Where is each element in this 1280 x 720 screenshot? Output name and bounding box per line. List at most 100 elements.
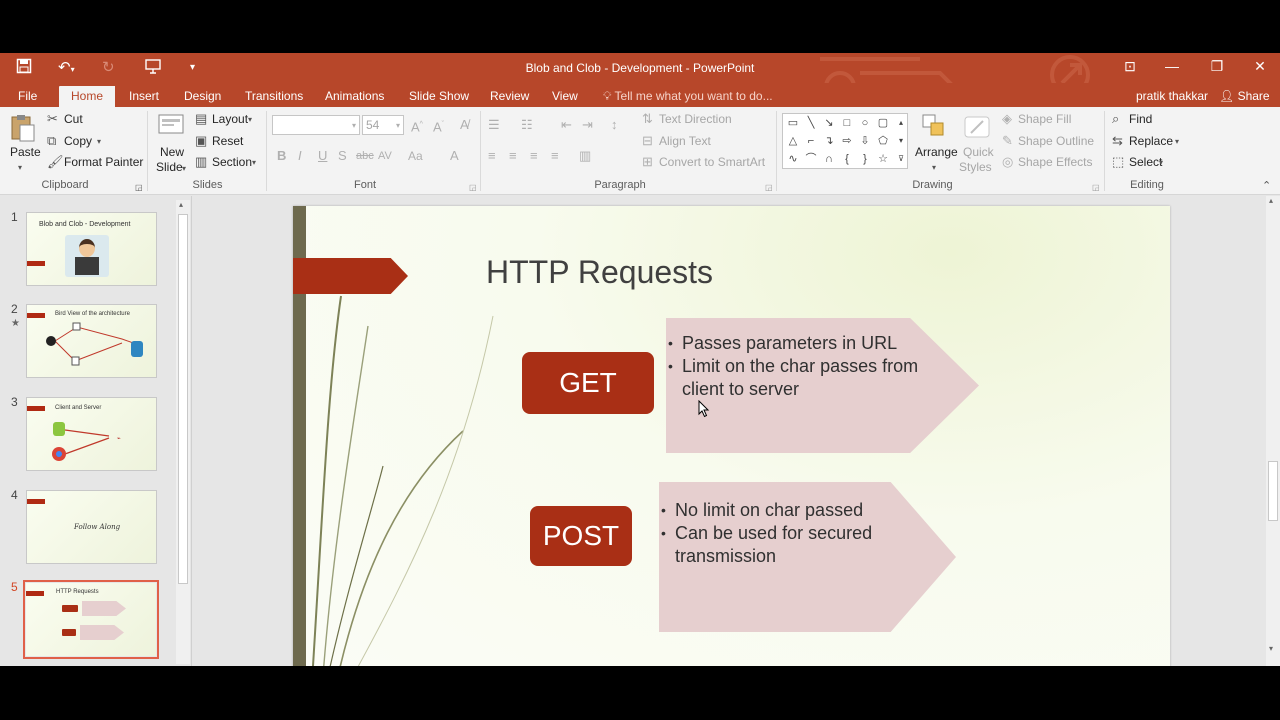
- oval-shape-icon[interactable]: ○: [857, 116, 873, 130]
- get-label-box[interactable]: GET: [522, 352, 654, 414]
- columns-icon[interactable]: ▥: [579, 149, 591, 163]
- textbox-shape-icon[interactable]: ▭: [785, 116, 801, 130]
- copy-dropdown-icon[interactable]: ▾: [97, 135, 101, 149]
- share-button[interactable]: 👤︎ Share: [1219, 86, 1270, 107]
- get-bullet-list[interactable]: Passes parameters in URL Limit on the ch…: [666, 332, 936, 401]
- rounded-rect-shape-icon[interactable]: ▢: [875, 116, 891, 130]
- current-slide[interactable]: HTTP Requests Passes parameters in URL L…: [293, 206, 1170, 666]
- tab-file[interactable]: File: [18, 86, 37, 107]
- shape-fill-button[interactable]: Shape Fill: [1018, 112, 1071, 126]
- thumbnail-scroll-thumb[interactable]: [178, 214, 188, 584]
- slide-thumbnail-3[interactable]: Client and Server ⌁: [26, 397, 157, 471]
- tell-me-box[interactable]: 💡︎ Tell me what you want to do...: [603, 86, 773, 107]
- strikethrough-icon[interactable]: abc: [356, 149, 374, 163]
- arc-shape-icon[interactable]: ⌒: [803, 152, 819, 166]
- slide-thumbnail-4[interactable]: Follow Along: [26, 490, 157, 564]
- slide-title[interactable]: HTTP Requests: [486, 254, 713, 291]
- layout-button[interactable]: Layout: [212, 112, 248, 126]
- align-right-icon[interactable]: ≡: [530, 149, 538, 163]
- user-name[interactable]: pratik thakkar: [1136, 86, 1208, 107]
- section-button[interactable]: Section: [212, 155, 252, 169]
- scribble-shape-icon[interactable]: ∿: [785, 152, 801, 166]
- increase-indent-icon[interactable]: ⇥: [582, 118, 593, 132]
- slide-thumbnail-1[interactable]: Blob and Clob - Development: [26, 212, 157, 286]
- new-slide-dropdown-icon[interactable]: ▾: [182, 162, 186, 176]
- right-arrow-shape-icon[interactable]: ⇨: [839, 134, 855, 148]
- font-color-icon[interactable]: A: [450, 149, 459, 163]
- rectangle-shape-icon[interactable]: □: [839, 116, 855, 130]
- minimize-icon[interactable]: —: [1157, 58, 1187, 74]
- thumbnail-scrollbar[interactable]: ▴: [176, 200, 190, 664]
- select-dropdown-icon[interactable]: ▾: [1159, 156, 1163, 170]
- restore-icon[interactable]: ❐: [1202, 58, 1232, 75]
- tab-transitions[interactable]: Transitions: [245, 86, 303, 107]
- slide-scroll-thumb[interactable]: [1268, 461, 1278, 521]
- close-icon[interactable]: ✕: [1245, 58, 1275, 75]
- line-spacing-icon[interactable]: ↕: [611, 118, 618, 132]
- new-slide-label-2[interactable]: Slide: [156, 160, 183, 174]
- shapes-gallery[interactable]: ▭ ╲ ↘ □ ○ ▢ △ ⌐ ↴ ⇨ ⇩ ⬠ ∿ ⌒ ∩ { } ☆ ▴ ▾ …: [782, 113, 908, 169]
- tab-view[interactable]: View: [552, 86, 578, 107]
- reset-button[interactable]: Reset: [212, 134, 243, 148]
- format-painter-button[interactable]: Format Painter: [64, 155, 143, 169]
- star-shape-icon[interactable]: ☆: [875, 152, 891, 166]
- brace-right-shape-icon[interactable]: }: [857, 152, 873, 166]
- scroll-up-icon[interactable]: ▴: [179, 200, 183, 209]
- scroll-down-icon[interactable]: ▾: [1269, 644, 1273, 653]
- bullets-icon[interactable]: ☰: [488, 118, 500, 132]
- ribbon-display-icon[interactable]: ⊡: [1115, 58, 1145, 75]
- decrease-indent-icon[interactable]: ⇤: [561, 118, 572, 132]
- font-launcher-icon[interactable]: ◲: [469, 181, 477, 195]
- slide-thumbnail-2[interactable]: Bird View of the architecture: [26, 304, 157, 378]
- gallery-down-icon[interactable]: ▾: [893, 134, 909, 148]
- down-arrow-shape-icon[interactable]: ⇩: [857, 134, 873, 148]
- arrange-icon[interactable]: [921, 113, 947, 142]
- font-name-input[interactable]: [272, 115, 360, 135]
- paragraph-launcher-icon[interactable]: ◲: [765, 181, 773, 195]
- connector-shape-icon[interactable]: ↴: [821, 134, 837, 148]
- cut-button[interactable]: Cut: [64, 112, 83, 126]
- arrange-dropdown-icon[interactable]: ▾: [932, 161, 936, 175]
- grow-font-icon[interactable]: A^: [411, 118, 423, 134]
- tab-animations[interactable]: Animations: [325, 86, 384, 107]
- text-direction-button[interactable]: Text Direction: [659, 112, 732, 126]
- numbering-icon[interactable]: ☷: [521, 118, 533, 132]
- quick-styles-label-2[interactable]: Styles: [959, 160, 992, 174]
- shadow-icon[interactable]: S: [338, 149, 347, 163]
- select-button[interactable]: Select: [1129, 155, 1162, 169]
- curve-shape-icon[interactable]: ∩: [821, 152, 837, 166]
- shape-effects-button[interactable]: Shape Effects: [1018, 155, 1093, 169]
- collapse-ribbon-icon[interactable]: ⌃: [1262, 179, 1271, 193]
- triangle-shape-icon[interactable]: △: [785, 134, 801, 148]
- post-bullet-list[interactable]: No limit on char passed Can be used for …: [659, 499, 889, 568]
- shrink-font-icon[interactable]: Aˇ: [433, 118, 444, 134]
- align-text-button[interactable]: Align Text: [659, 134, 711, 148]
- italic-icon[interactable]: I: [298, 149, 302, 163]
- convert-smartart-button[interactable]: Convert to SmartArt: [659, 155, 765, 169]
- arrange-button[interactable]: Arrange: [915, 145, 958, 159]
- gallery-more-icon[interactable]: ⊽: [893, 152, 909, 166]
- copy-button[interactable]: Copy: [64, 134, 92, 148]
- line-shape-icon[interactable]: ╲: [803, 116, 819, 130]
- arrow-line-shape-icon[interactable]: ↘: [821, 116, 837, 130]
- tab-home[interactable]: Home: [59, 86, 116, 107]
- align-left-icon[interactable]: ≡: [488, 149, 496, 163]
- clear-formatting-icon[interactable]: A̸: [460, 118, 469, 132]
- shape-outline-button[interactable]: Shape Outline: [1018, 134, 1094, 148]
- clipboard-launcher-icon[interactable]: ◲: [135, 181, 143, 195]
- freeform-shape-icon[interactable]: ⬠: [875, 134, 891, 148]
- tab-slide-show[interactable]: Slide Show: [409, 86, 469, 107]
- tab-design[interactable]: Design: [184, 86, 221, 107]
- post-label-box[interactable]: POST: [530, 506, 632, 566]
- layout-dropdown-icon[interactable]: ▾: [248, 113, 252, 127]
- gallery-up-icon[interactable]: ▴: [893, 116, 909, 130]
- quick-styles-icon[interactable]: [963, 113, 991, 144]
- font-name-dropdown-icon[interactable]: ▾: [352, 119, 356, 133]
- drawing-launcher-icon[interactable]: ◲: [1092, 181, 1100, 195]
- section-dropdown-icon[interactable]: ▾: [252, 156, 256, 170]
- font-size-dropdown-icon[interactable]: ▾: [396, 119, 400, 133]
- justify-icon[interactable]: ≡: [551, 149, 559, 163]
- tab-review[interactable]: Review: [490, 86, 529, 107]
- quick-styles-label-1[interactable]: Quick: [963, 145, 994, 159]
- find-button[interactable]: Find: [1129, 112, 1152, 126]
